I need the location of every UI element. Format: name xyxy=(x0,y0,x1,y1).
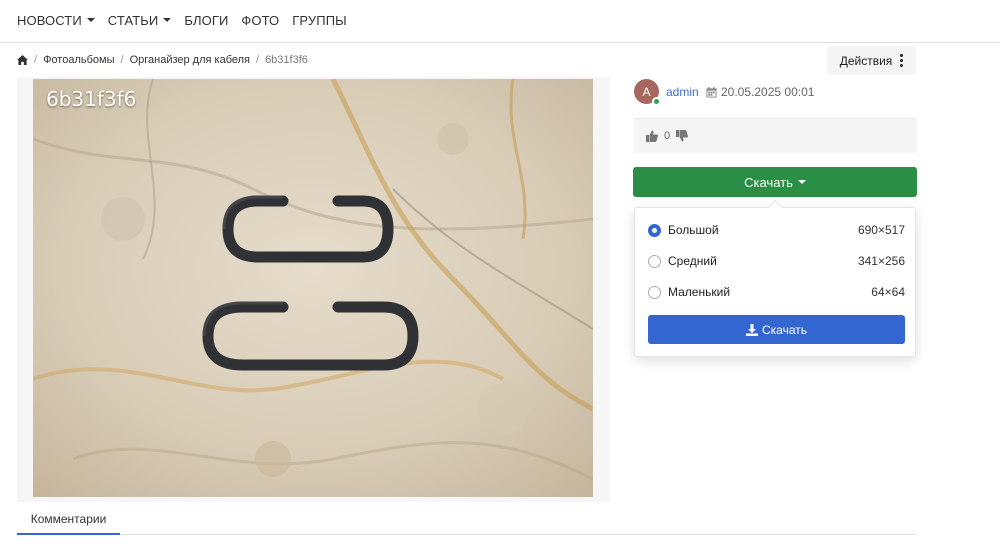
home-icon[interactable] xyxy=(17,55,28,65)
photo-image[interactable] xyxy=(33,79,593,497)
author-link[interactable]: admin xyxy=(666,85,699,99)
photo-container xyxy=(17,77,610,502)
top-navigation: Новости Статьи Блоги Фото Группы xyxy=(0,0,1000,43)
photo-title: 6b31f3f6 xyxy=(46,87,137,111)
size-option-medium[interactable]: Средний 341×256 xyxy=(648,251,905,271)
radio-small[interactable] xyxy=(648,285,661,299)
rating-count: 0 xyxy=(664,130,671,142)
breadcrumb-separator: / xyxy=(34,54,38,66)
avatar-letter: A xyxy=(642,84,651,99)
thumbs-up-icon[interactable] xyxy=(646,130,658,142)
download-dropdown-button[interactable]: Скачать xyxy=(633,167,917,197)
actions-button[interactable]: Действия xyxy=(827,46,916,75)
nav-item-articles[interactable]: Статьи xyxy=(108,6,172,34)
nav-item-blogs[interactable]: Блоги xyxy=(184,6,228,34)
size-option-small[interactable]: Маленький 64×64 xyxy=(648,282,905,302)
content-tabs: Комментарии xyxy=(17,505,917,535)
nav-item-photo[interactable]: Фото xyxy=(241,6,279,34)
caret-down-icon xyxy=(797,180,806,184)
caret-down-icon xyxy=(86,18,95,22)
breadcrumb: / Фотоальбомы / Органайзер для кабеля / … xyxy=(17,54,308,66)
radio-large[interactable] xyxy=(648,223,661,237)
post-date: 20.05.2025 00:01 xyxy=(706,85,814,99)
date-text: 20.05.2025 00:01 xyxy=(721,85,815,99)
option-size: 690×517 xyxy=(857,223,905,237)
download-icon xyxy=(746,323,758,336)
breadcrumb-item-album[interactable]: Органайзер для кабеля xyxy=(130,54,250,66)
option-label: Средний xyxy=(668,254,717,268)
breadcrumb-separator: / xyxy=(256,54,260,66)
option-size: 341×256 xyxy=(857,254,905,268)
download-submit-label: Скачать xyxy=(762,322,807,337)
nav-item-news[interactable]: Новости xyxy=(17,6,95,34)
option-label: Большой xyxy=(668,223,719,237)
download-submit-button[interactable]: Скачать xyxy=(648,315,905,344)
caret-down-icon xyxy=(163,18,172,22)
nav-label: Статьи xyxy=(107,12,159,28)
radio-medium[interactable] xyxy=(648,254,661,268)
option-label: Маленький xyxy=(668,285,731,299)
breadcrumb-current: 6b31f3f6 xyxy=(265,54,308,66)
nav-label: Блоги xyxy=(184,12,229,28)
actions-label: Действия xyxy=(839,53,893,68)
kebab-menu-icon xyxy=(900,54,904,67)
breadcrumb-separator: / xyxy=(120,54,124,66)
download-size-menu: Большой 690×517 Средний 341×256 Маленьки… xyxy=(634,199,916,357)
breadcrumb-item-albums[interactable]: Фотоальбомы xyxy=(43,54,114,66)
nav-label: Новости xyxy=(17,12,82,28)
thumbs-down-icon[interactable] xyxy=(676,130,689,142)
calendar-icon xyxy=(706,86,717,98)
option-size: 64×64 xyxy=(871,285,905,299)
dropdown-arrow xyxy=(767,199,783,215)
tab-label: Комментарии xyxy=(30,512,107,526)
nav-label: Фото xyxy=(241,12,280,28)
rating-bar: 0 xyxy=(634,118,917,153)
size-option-large[interactable]: Большой 690×517 xyxy=(648,220,905,240)
download-button-label: Скачать xyxy=(744,174,793,190)
tab-comments[interactable]: Комментарии xyxy=(17,505,120,535)
online-status-icon xyxy=(652,97,661,106)
nav-label: Группы xyxy=(292,12,347,28)
photo-marble-cable-organizer xyxy=(33,79,593,497)
nav-item-groups[interactable]: Группы xyxy=(292,6,346,34)
avatar[interactable]: A xyxy=(634,79,661,106)
